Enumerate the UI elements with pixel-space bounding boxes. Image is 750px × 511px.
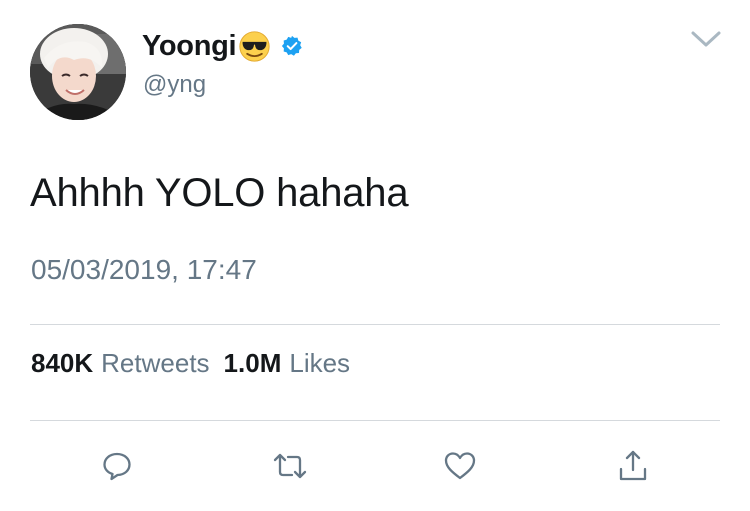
likes-label: Likes [289, 348, 351, 378]
retweets-count: 840K [31, 348, 94, 378]
avatar-image [30, 24, 126, 120]
retweets-stat[interactable]: 840K Retweets [31, 348, 210, 379]
likes-count: 1.0M [223, 348, 282, 378]
tweet-timestamp: 05/03/2019, 17:47 [31, 254, 257, 285]
display-name[interactable]: Yoongi [142, 30, 237, 63]
chevron-down-icon[interactable] [690, 28, 722, 50]
heart-icon [444, 452, 476, 480]
tweet-stats: 840K Retweets 1.0M Likes [31, 348, 350, 379]
author-name-row: Yoongi [142, 28, 303, 64]
tweet-text: Ahhhh YOLO hahaha [30, 171, 409, 215]
reply-icon [103, 452, 131, 481]
share-icon [619, 450, 647, 481]
like-button[interactable] [440, 446, 480, 486]
retweet-button[interactable] [270, 446, 310, 486]
user-handle[interactable]: @yng [143, 71, 206, 99]
retweets-label: Retweets [101, 348, 210, 378]
sunglasses-emoji-icon [239, 30, 270, 62]
tweet-card: Yoongi @yng Ahhhh YOLO hahaha 05/03/2019… [0, 0, 750, 511]
divider [30, 324, 720, 325]
verified-badge-icon [282, 35, 303, 56]
divider [30, 420, 720, 421]
likes-stat[interactable]: 1.0M Likes [224, 348, 351, 379]
avatar[interactable] [30, 24, 126, 120]
reply-button[interactable] [97, 446, 137, 486]
share-button[interactable] [613, 446, 653, 486]
retweet-icon [273, 453, 307, 479]
action-bar [0, 446, 750, 486]
